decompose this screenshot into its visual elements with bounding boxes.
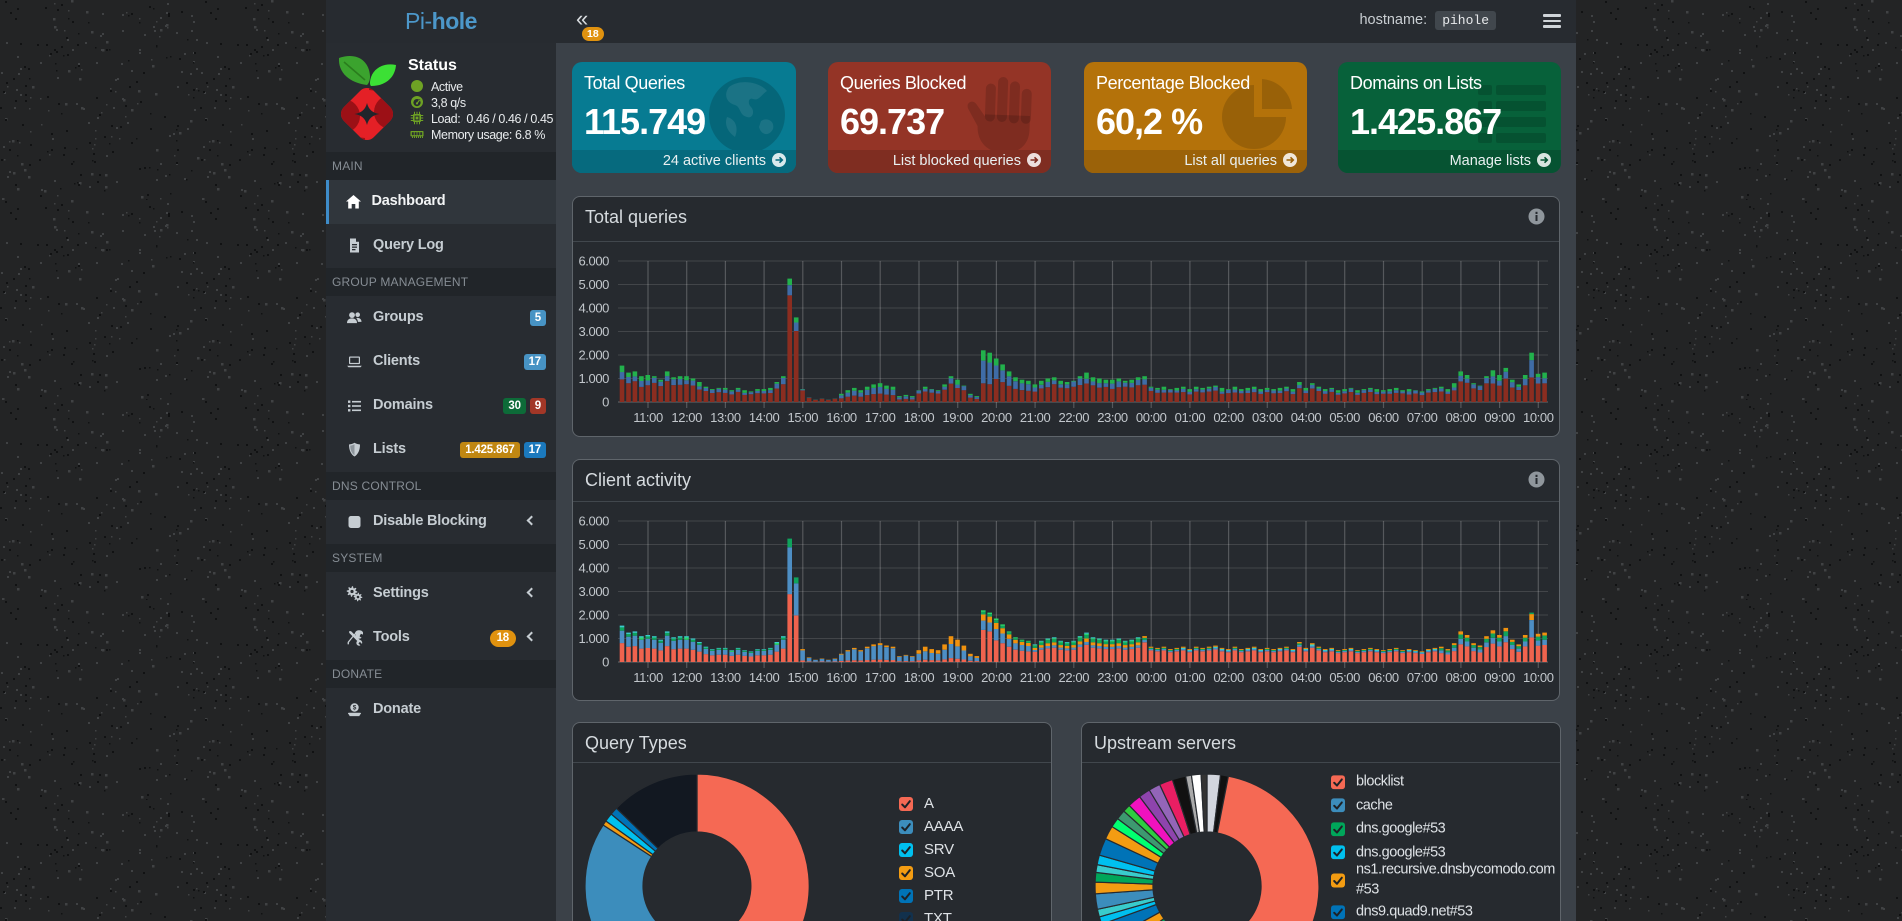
svg-text:2.000: 2.000: [578, 348, 609, 363]
svg-text:21:00: 21:00: [1020, 410, 1051, 425]
svg-text:21:00: 21:00: [1020, 670, 1051, 685]
svg-text:4.000: 4.000: [578, 301, 609, 316]
svg-text:03:00: 03:00: [1252, 410, 1283, 425]
svg-text:04:00: 04:00: [1291, 670, 1322, 685]
svg-text:14:00: 14:00: [749, 410, 780, 425]
svg-text:16:00: 16:00: [826, 410, 857, 425]
svg-text:20:00: 20:00: [981, 410, 1012, 425]
svg-text:01:00: 01:00: [1175, 670, 1206, 685]
svg-text:06:00: 06:00: [1368, 670, 1399, 685]
svg-text:13:00: 13:00: [710, 670, 741, 685]
svg-text:00:00: 00:00: [1136, 670, 1167, 685]
svg-text:17:00: 17:00: [865, 410, 896, 425]
svg-text:06:00: 06:00: [1368, 410, 1399, 425]
svg-text:19:00: 19:00: [942, 670, 973, 685]
svg-text:09:00: 09:00: [1484, 410, 1515, 425]
svg-text:02:00: 02:00: [1213, 670, 1244, 685]
svg-text:3.000: 3.000: [578, 584, 609, 599]
svg-text:05:00: 05:00: [1329, 670, 1360, 685]
svg-text:16:00: 16:00: [826, 670, 857, 685]
svg-text:02:00: 02:00: [1213, 410, 1244, 425]
svg-text:00:00: 00:00: [1136, 410, 1167, 425]
svg-text:5.000: 5.000: [578, 277, 609, 292]
svg-text:23:00: 23:00: [1097, 410, 1128, 425]
svg-text:1.000: 1.000: [578, 371, 609, 386]
svg-text:6.000: 6.000: [578, 514, 609, 529]
svg-text:20:00: 20:00: [981, 670, 1012, 685]
svg-text:$: $: [352, 705, 356, 712]
svg-text:10:00: 10:00: [1523, 410, 1554, 425]
svg-text:6.000: 6.000: [578, 254, 609, 269]
svg-text:0: 0: [602, 655, 609, 670]
svg-text:23:00: 23:00: [1097, 670, 1128, 685]
svg-text:09:00: 09:00: [1484, 670, 1515, 685]
svg-text:08:00: 08:00: [1446, 670, 1477, 685]
svg-text:19:00: 19:00: [942, 410, 973, 425]
svg-text:03:00: 03:00: [1252, 670, 1283, 685]
svg-text:12:00: 12:00: [671, 670, 702, 685]
svg-text:18:00: 18:00: [904, 670, 935, 685]
svg-text:18:00: 18:00: [904, 410, 935, 425]
svg-text:10:00: 10:00: [1523, 670, 1554, 685]
svg-text:4.000: 4.000: [578, 561, 609, 576]
svg-text:04:00: 04:00: [1291, 410, 1322, 425]
svg-text:14:00: 14:00: [749, 670, 780, 685]
svg-text:22:00: 22:00: [1059, 410, 1090, 425]
svg-text:01:00: 01:00: [1175, 410, 1206, 425]
svg-text:3.000: 3.000: [578, 324, 609, 339]
svg-text:15:00: 15:00: [788, 670, 819, 685]
svg-text:08:00: 08:00: [1446, 410, 1477, 425]
svg-text:05:00: 05:00: [1329, 410, 1360, 425]
svg-text:13:00: 13:00: [710, 410, 741, 425]
svg-text:5.000: 5.000: [578, 537, 609, 552]
svg-text:12:00: 12:00: [671, 410, 702, 425]
svg-text:0: 0: [602, 395, 609, 410]
svg-text:17:00: 17:00: [865, 670, 896, 685]
svg-text:11:00: 11:00: [633, 670, 663, 685]
svg-text:11:00: 11:00: [633, 410, 663, 425]
svg-text:22:00: 22:00: [1059, 670, 1090, 685]
svg-text:2.000: 2.000: [578, 608, 609, 623]
svg-text:15:00: 15:00: [788, 410, 819, 425]
svg-text:07:00: 07:00: [1407, 410, 1438, 425]
svg-text:07:00: 07:00: [1407, 670, 1438, 685]
svg-text:1.000: 1.000: [578, 631, 609, 646]
